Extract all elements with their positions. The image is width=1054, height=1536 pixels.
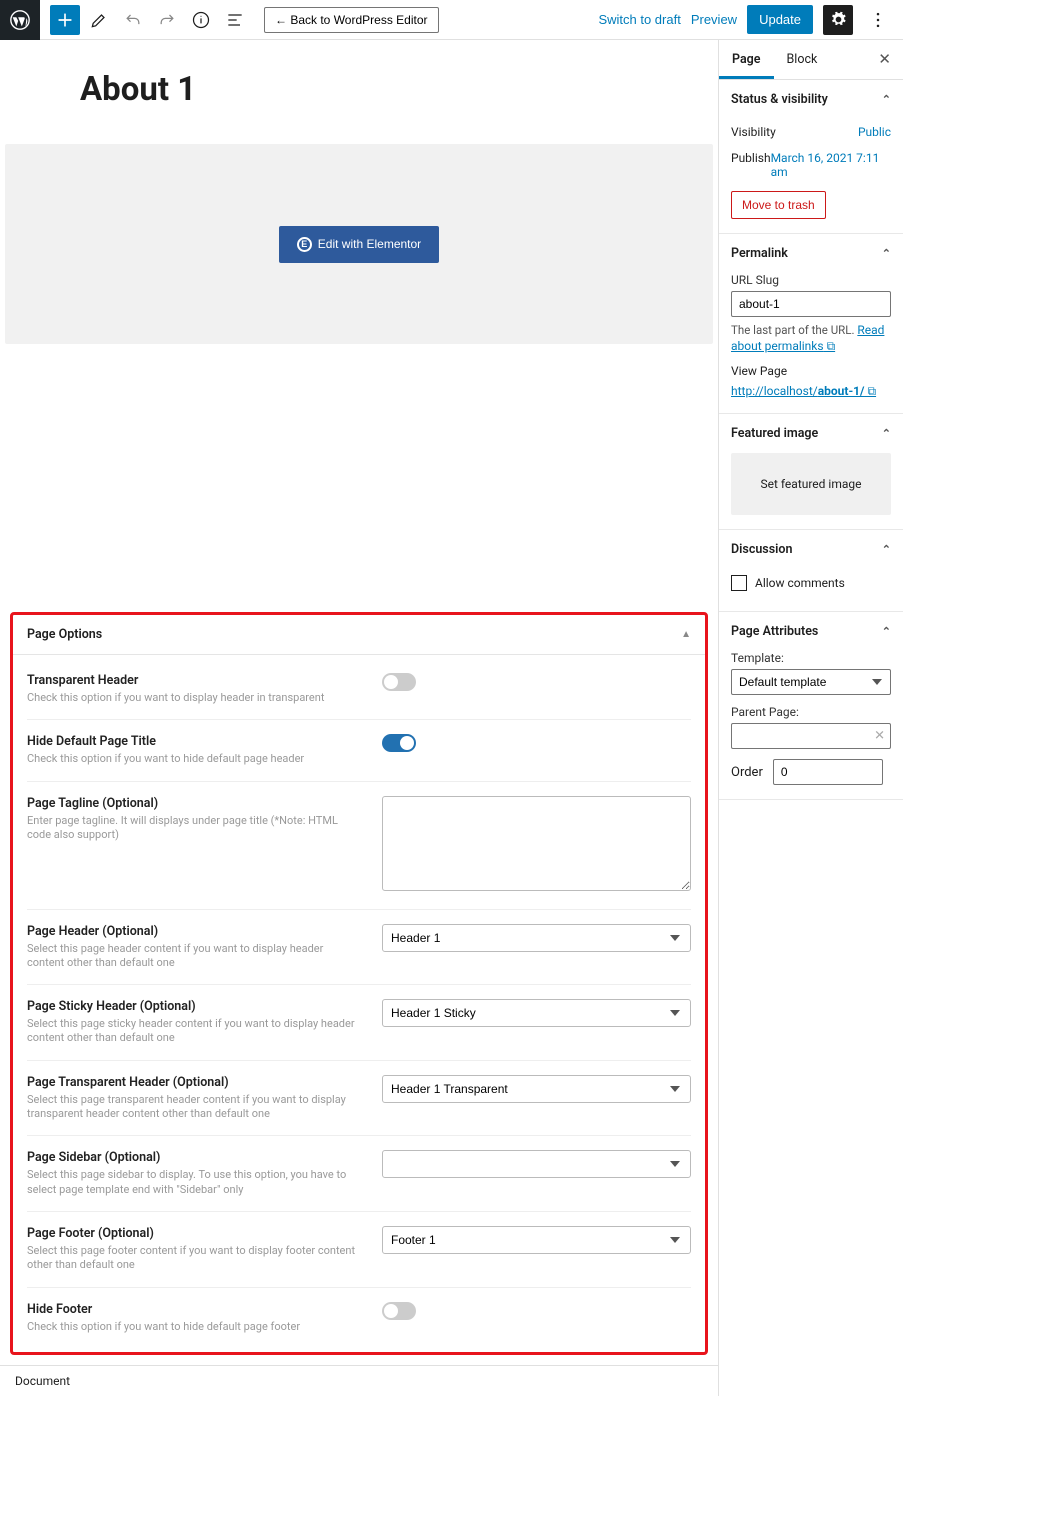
editor-main: About 1 E Edit with Elementor Page Optio… bbox=[0, 40, 718, 1396]
elementor-btn-label: Edit with Elementor bbox=[318, 237, 421, 251]
page-title[interactable]: About 1 bbox=[80, 70, 638, 109]
switch-to-draft-button[interactable]: Switch to draft bbox=[598, 12, 680, 27]
visibility-value[interactable]: Public bbox=[858, 125, 891, 139]
sidebar-select[interactable] bbox=[382, 1150, 691, 1178]
parent-page-label: Parent Page: bbox=[731, 705, 891, 719]
page-options-header[interactable]: Page Options ▲ bbox=[13, 615, 705, 655]
chevron-up-icon: ⌃ bbox=[882, 427, 891, 440]
visibility-label: Visibility bbox=[731, 125, 776, 139]
set-featured-image-button[interactable]: Set featured image bbox=[731, 453, 891, 515]
page-attributes-header[interactable]: Page Attributes⌃ bbox=[719, 612, 903, 651]
edit-with-elementor-button[interactable]: E Edit with Elementor bbox=[279, 226, 439, 263]
hide-title-label: Hide Default Page Title bbox=[27, 734, 362, 749]
allow-comments-checkbox[interactable] bbox=[731, 575, 747, 591]
top-toolbar: ← Back to WordPress Editor Switch to dra… bbox=[0, 0, 903, 40]
sidebar-label: Page Sidebar (Optional) bbox=[27, 1150, 362, 1165]
discussion-header[interactable]: Discussion⌃ bbox=[719, 530, 903, 569]
parent-page-input[interactable] bbox=[731, 723, 891, 749]
update-button[interactable]: Update bbox=[747, 5, 813, 34]
order-label: Order bbox=[731, 765, 763, 780]
transparent-hdr-label: Page Transparent Header (Optional) bbox=[27, 1075, 362, 1090]
allow-comments-label: Allow comments bbox=[755, 576, 845, 590]
footer-select[interactable]: Footer 1 bbox=[382, 1226, 691, 1254]
tagline-textarea[interactable] bbox=[382, 796, 691, 891]
settings-button[interactable] bbox=[823, 5, 853, 35]
template-select[interactable]: Default template bbox=[731, 669, 891, 695]
url-slug-label: URL Slug bbox=[731, 273, 891, 287]
publish-label: Publish bbox=[731, 151, 771, 179]
footer-breadcrumb[interactable]: Document bbox=[0, 1365, 718, 1396]
status-section-header[interactable]: Status & visibility⌃ bbox=[719, 80, 903, 119]
sticky-header-label: Page Sticky Header (Optional) bbox=[27, 999, 362, 1014]
tagline-label: Page Tagline (Optional) bbox=[27, 796, 362, 811]
outline-button[interactable] bbox=[220, 5, 250, 35]
tab-page[interactable]: Page bbox=[719, 40, 774, 79]
sticky-header-select[interactable]: Header 1 Sticky bbox=[382, 999, 691, 1027]
hide-footer-toggle[interactable] bbox=[382, 1302, 416, 1320]
transparent-header-label: Transparent Header bbox=[27, 673, 362, 688]
elementor-placeholder: E Edit with Elementor bbox=[5, 144, 713, 344]
move-to-trash-button[interactable]: Move to trash bbox=[731, 191, 826, 219]
page-header-select[interactable]: Header 1 bbox=[382, 924, 691, 952]
edit-mode-button[interactable] bbox=[84, 5, 114, 35]
chevron-up-icon: ⌃ bbox=[882, 247, 891, 260]
add-block-button[interactable] bbox=[50, 5, 80, 35]
template-label: Template: bbox=[731, 651, 891, 665]
back-to-wp-button[interactable]: ← Back to WordPress Editor bbox=[264, 7, 439, 33]
settings-sidebar: Page Block ✕ Status & visibility⌃ Visibi… bbox=[718, 40, 903, 1396]
elementor-icon: E bbox=[297, 237, 312, 252]
wordpress-logo[interactable] bbox=[0, 0, 40, 40]
more-options-button[interactable] bbox=[863, 5, 893, 35]
view-page-label: View Page bbox=[731, 364, 891, 378]
transparent-hdr-select[interactable]: Header 1 Transparent bbox=[382, 1075, 691, 1103]
hide-title-toggle[interactable] bbox=[382, 734, 416, 752]
close-sidebar-button[interactable]: ✕ bbox=[866, 40, 903, 79]
collapse-icon: ▲ bbox=[681, 629, 691, 640]
hide-footer-label: Hide Footer bbox=[27, 1302, 362, 1317]
clear-icon[interactable]: ✕ bbox=[874, 729, 885, 744]
transparent-header-toggle[interactable] bbox=[382, 673, 416, 691]
footer-label: Page Footer (Optional) bbox=[27, 1226, 362, 1241]
tab-block[interactable]: Block bbox=[774, 40, 831, 79]
preview-button[interactable]: Preview bbox=[691, 12, 737, 27]
url-slug-input[interactable] bbox=[731, 291, 891, 317]
undo-button[interactable] bbox=[118, 5, 148, 35]
redo-button[interactable] bbox=[152, 5, 182, 35]
permalink-section-header[interactable]: Permalink⌃ bbox=[719, 234, 903, 273]
page-header-label: Page Header (Optional) bbox=[27, 924, 362, 939]
chevron-up-icon: ⌃ bbox=[882, 543, 891, 556]
page-options-panel: Page Options ▲ Transparent HeaderCheck t… bbox=[10, 612, 708, 1355]
page-options-title: Page Options bbox=[27, 627, 102, 642]
order-input[interactable] bbox=[773, 759, 883, 785]
publish-value[interactable]: March 16, 2021 7:11 am bbox=[771, 151, 891, 179]
info-button[interactable] bbox=[186, 5, 216, 35]
permalink-url[interactable]: http://localhost/about-1/ ⧉ bbox=[731, 384, 876, 398]
chevron-up-icon: ⌃ bbox=[882, 93, 891, 106]
chevron-up-icon: ⌃ bbox=[882, 625, 891, 638]
featured-image-header[interactable]: Featured image⌃ bbox=[719, 414, 903, 453]
